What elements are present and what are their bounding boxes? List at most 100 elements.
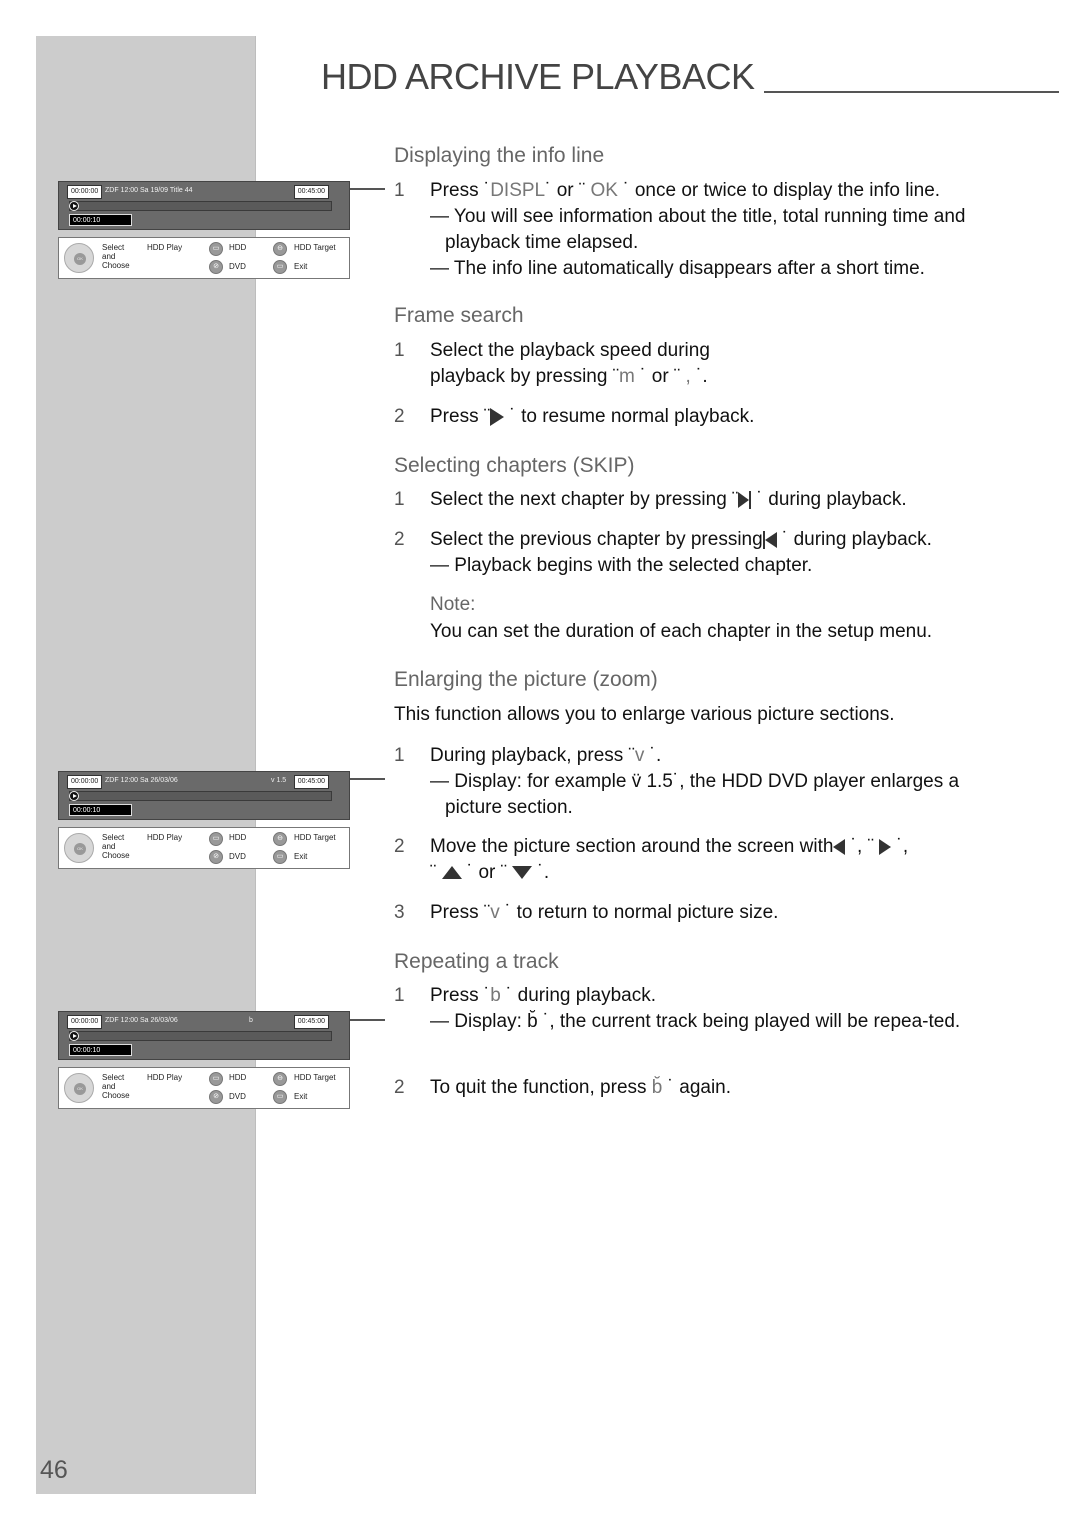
mode-label: HDD Play [147, 833, 183, 842]
text: — Display: for example [430, 771, 632, 792]
select-label: Select [102, 243, 125, 252]
folder-icon: ▭ [209, 1072, 223, 1086]
text: Press ˙ [430, 180, 491, 201]
select-choose-label: Select and Choose [102, 833, 130, 860]
ok-icon: OK [74, 1083, 86, 1095]
text: Select the next chapter by pressing ¨ [430, 489, 739, 510]
text: Select the previous chapter by pressing [430, 529, 763, 550]
arrow-left-icon [833, 838, 846, 855]
osd-screen-zoom: 00:00:00 ZDF 12:00 Sa 26/03/06 v 1.5 00:… [58, 771, 350, 869]
step-text: Press ¨v ˙ to return to normal picture s… [430, 900, 1014, 926]
ok-key: OK [590, 180, 618, 201]
sub-point: — Display: b̆ ˙, the current track being… [430, 1009, 1014, 1035]
repeat-key: b̆ [651, 1077, 663, 1098]
dpad-icon: OK [64, 1073, 94, 1103]
step-text: Select the next chapter by pressing ¨ ˙ … [430, 487, 1014, 513]
repeat-key: b [490, 985, 501, 1006]
text: ˙ once or twice to display the info line… [617, 180, 941, 201]
text: ˙, [891, 836, 909, 857]
sub-point: — Display: for example v̈ 1.5˙, the HDD … [430, 769, 1014, 821]
osd-progress-bar [69, 791, 332, 801]
zoom-key: v [634, 745, 645, 766]
step-number: 3 [394, 902, 405, 923]
exit-icon: ▭ [273, 260, 287, 274]
arrow-up-icon [441, 866, 462, 880]
osd-screen-repeat: 00:00:00 ZDF 12:00 Sa 26/03/06 b 00:45:0… [58, 1011, 350, 1109]
hdd-label: HDD [229, 243, 247, 252]
osd-time-total: 00:45:00 [293, 775, 329, 789]
text: ˙ or ¨ [461, 862, 513, 883]
select-label: Select [102, 1073, 125, 1082]
note-text: You can set the duration of each chapter… [430, 621, 933, 642]
sub-point: — The info line automatically disappears… [430, 258, 925, 279]
arrow-right-icon [879, 838, 892, 855]
page-number: 46 [40, 1456, 68, 1484]
osd-button-panel: OK Select and Choose HDD Play ▭ HDD ⊖ HD… [58, 1067, 350, 1109]
target-icon: ⊖ [273, 1072, 287, 1086]
disc-icon: ⊘ [209, 1090, 223, 1104]
callout-line [350, 188, 385, 190]
text: Press ˙ [430, 985, 491, 1006]
osd-time-start: 00:00:00 [67, 185, 103, 199]
step-number: 1 [394, 340, 405, 361]
osd-zoom-indicator: v 1.5 [271, 777, 287, 784]
text: ˙. [690, 366, 708, 387]
play-icon [69, 1031, 79, 1041]
text: ˙ or ¨ [634, 366, 686, 387]
play-icon [490, 407, 505, 426]
text: ˙, ¨ [845, 836, 880, 857]
mode-label: HDD Play [147, 243, 183, 252]
hdd-target-label: HDD Target [294, 1073, 336, 1082]
osd-info-text: ZDF 12:00 Sa 26/03/06 [105, 777, 178, 784]
osd-elapsed-time: 00:00:10 [69, 804, 132, 816]
disc-icon: ⊘ [209, 850, 223, 864]
exit-icon: ▭ [273, 1090, 287, 1104]
step-text: Select the playback speed during playbac… [430, 338, 1014, 390]
osd-time-start: 00:00:00 [67, 1015, 103, 1029]
skip-previous-icon [764, 531, 777, 548]
choose-label: Choose [102, 851, 130, 860]
callout-line [350, 778, 385, 780]
exit-label: Exit [294, 852, 308, 861]
skip-next-icon [738, 491, 750, 508]
page-title: HDD ARCHIVE PLAYBACK [321, 56, 755, 97]
dvd-label: DVD [229, 262, 246, 271]
osd-time-start: 00:00:00 [67, 775, 103, 789]
arrow-down-icon [512, 866, 533, 880]
step-text: Press ˙DISPL˙ or ¨ OK ˙ once or twice to… [430, 178, 1014, 282]
step-text: Press ¨ ˙ to resume normal playback. [430, 404, 1014, 430]
target-icon: ⊖ [273, 832, 287, 846]
ok-icon: OK [74, 843, 86, 855]
step-number: 2 [394, 1077, 405, 1098]
play-icon [69, 201, 79, 211]
text: ˙. [532, 862, 550, 883]
note-label: Note: [430, 594, 476, 615]
osd-screen-info-line: 00:00:00 ZDF 12:00 Sa 19/09 Title 44 00:… [58, 181, 350, 279]
osd-info-text: ZDF 12:00 Sa 19/09 Title 44 [105, 187, 193, 194]
osd-info-text: ZDF 12:00 Sa 26/03/06 [105, 1017, 178, 1024]
osd-progress-bar [69, 201, 332, 211]
text: Press ¨ [430, 902, 491, 923]
text: ˙, the current track being played will b… [537, 1011, 961, 1032]
step-text: Move the picture section around the scre… [430, 834, 1014, 886]
sub-point: — Playback begins with the selected chap… [430, 555, 813, 576]
step-number: 1 [394, 489, 405, 510]
dvd-label: DVD [229, 852, 246, 861]
mode-label: HDD Play [147, 1073, 183, 1082]
and-label: and [102, 252, 116, 261]
and-label: and [102, 842, 116, 851]
text: ˙ during playback. [751, 489, 907, 510]
section-heading-zoom: Enlarging the picture (zoom) [394, 668, 658, 691]
text: ˙ to resume normal playback. [504, 406, 755, 427]
text: Press ¨ [430, 406, 491, 427]
step-number: 2 [394, 836, 405, 857]
section-heading-chapters: Selecting chapters (SKIP) [394, 454, 635, 477]
text: ˙ again. [662, 1077, 732, 1098]
and-label: and [102, 1082, 116, 1091]
step-number: 1 [394, 180, 405, 201]
displ-key: DISPL [490, 180, 546, 201]
section-heading-info-line: Displaying the info line [394, 144, 605, 167]
hdd-target-label: HDD Target [294, 833, 336, 842]
text: ˙ or ¨ [545, 180, 591, 201]
step-text: To quit the function, press b̆ ˙ again. [430, 1075, 1014, 1101]
